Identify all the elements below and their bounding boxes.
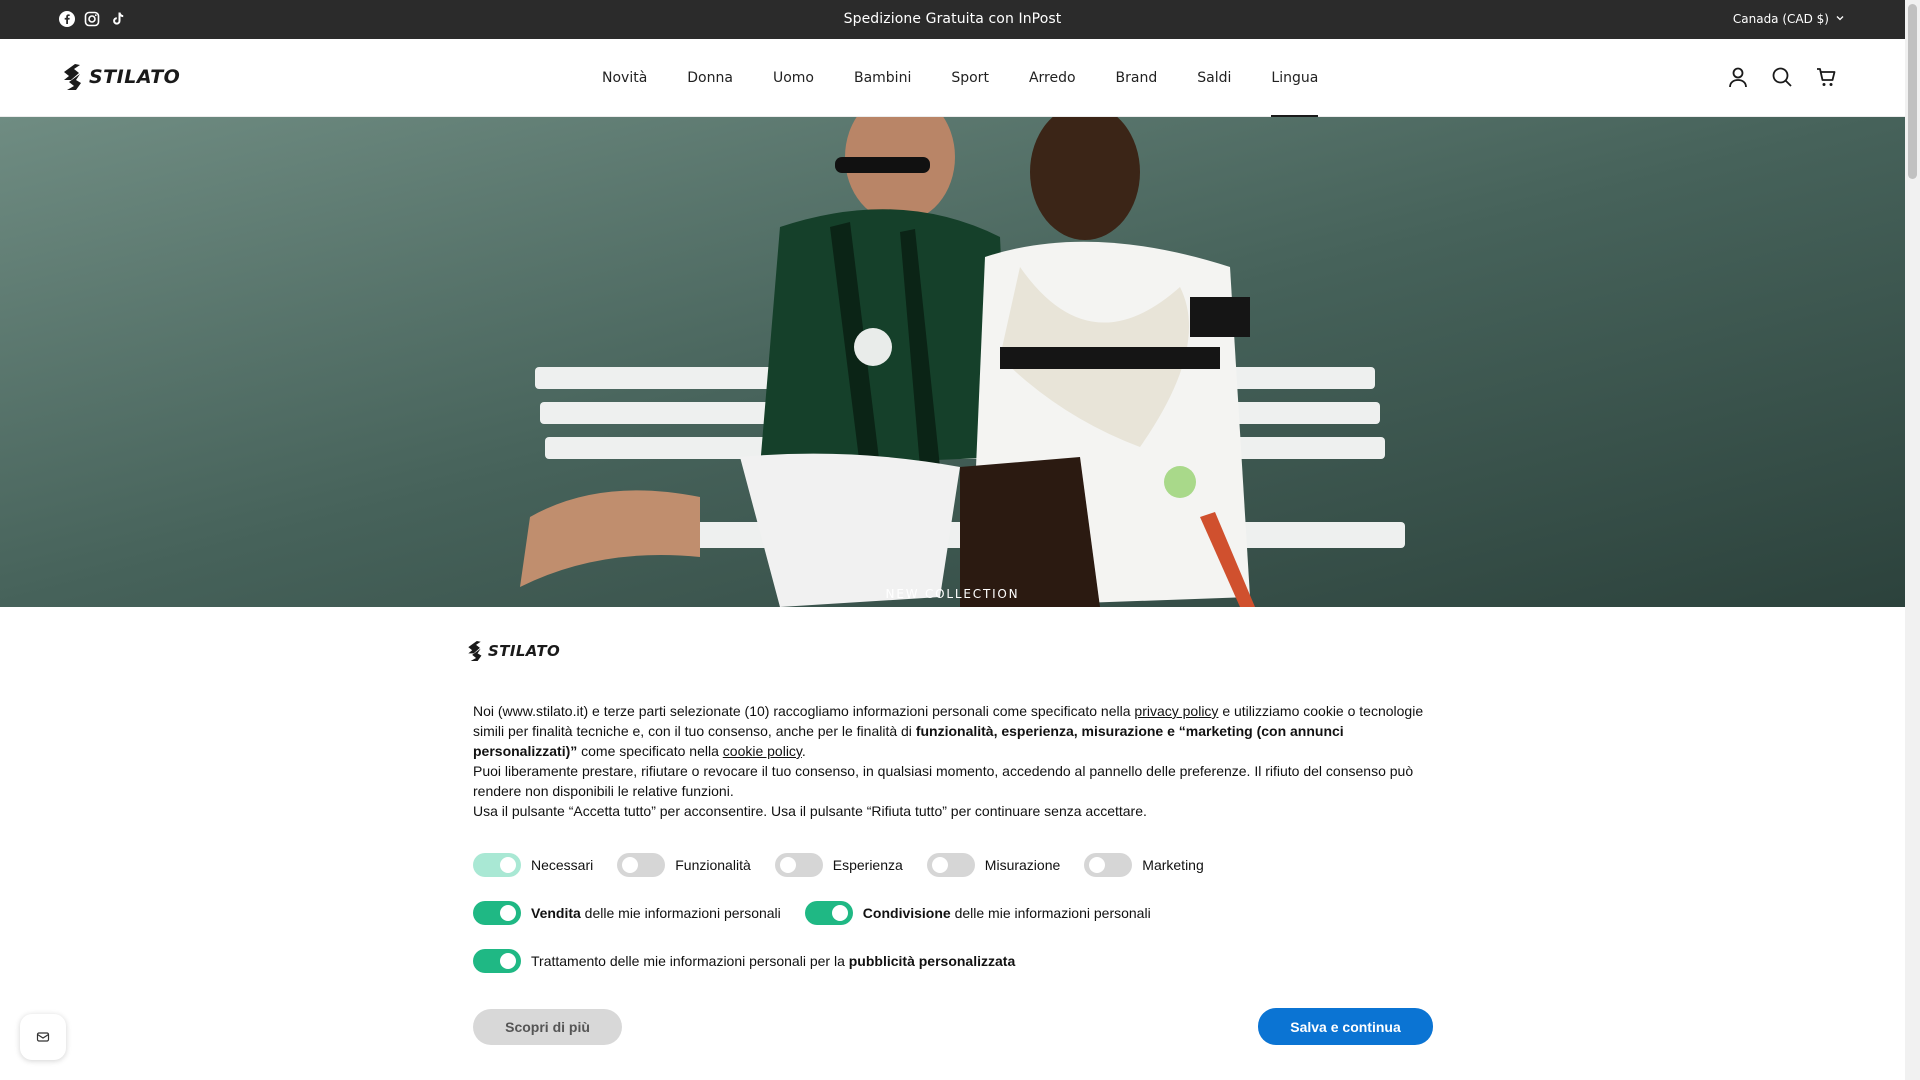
necessari-switch [473,853,521,877]
toggle-label: Esperienza [832,857,903,873]
toggle-label: Vendita delle mie informazioni personali [531,905,781,921]
promo-text: Spedizione Gratuita con InPost [843,11,1062,27]
nav-item-saldi[interactable]: Saldi [1197,39,1231,117]
consent-paragraph-1: Noi (www.stilato.it) e terze parti selez… [473,701,1433,761]
main-nav: Novità Donna Uomo Bambini Sport Arredo B… [602,39,1358,117]
nav-item-novita[interactable]: Novità [602,39,647,117]
toggle-label: Funzionalità [675,857,751,873]
hero-banner[interactable]: NEW COLLECTION [0,117,1905,607]
pubblicita-switch[interactable] [473,949,521,973]
consent-description: Noi (www.stilato.it) e terze parti selez… [473,701,1433,821]
toggle-pubblicita: Trattamento delle mie informazioni perso… [473,949,1015,973]
search-icon[interactable] [1771,66,1793,88]
account-icon[interactable] [1727,66,1749,88]
toggle-label-rest: delle mie informazioni personali [950,905,1151,921]
cart-icon[interactable] [1815,66,1837,88]
toggle-label-rest: delle mie informazioni personali [580,905,781,921]
toggle-label: Misurazione [984,857,1061,873]
toggle-label: Necessari [531,857,594,873]
consent-logo-text: STILATO [488,642,561,660]
announcement-bar: Spedizione Gratuita con InPost Canada (C… [0,0,1905,39]
logo-mark-icon [64,64,81,90]
logo-text: STILATO [89,66,181,88]
consent-preferences-button[interactable] [20,1014,66,1060]
cookie-policy-link[interactable]: cookie policy [723,743,802,759]
toggle-label-rest: Trattamento delle mie informazioni perso… [531,953,849,969]
funzionalita-switch[interactable] [617,853,666,877]
esperienza-switch[interactable] [774,853,823,877]
ads-toggle-row: Trattamento delle mie informazioni perso… [473,949,1039,973]
toggle-label: Condivisione delle mie informazioni pers… [863,905,1151,921]
toggle-label-bold: Vendita [531,905,581,921]
cookie-preferences-icon [36,1032,50,1042]
toggle-misurazione: Misurazione [926,853,1061,877]
toggle-label: Marketing [1142,857,1204,873]
toggle-vendita: Vendita delle mie informazioni personali [473,901,781,925]
nav-item-brand[interactable]: Brand [1116,39,1158,117]
header-actions [1727,66,1837,88]
condivisione-switch[interactable] [804,901,853,925]
consent-paragraph-2: Puoi liberamente prestare, rifiutare o r… [473,763,1414,799]
nav-item-bambini[interactable]: Bambini [854,39,911,117]
consent-text-segment: come specificato nella [577,743,723,759]
vendita-switch[interactable] [473,901,521,925]
toggle-esperienza: Esperienza [774,853,903,877]
misurazione-switch[interactable] [926,853,975,877]
toggle-funzionalita: Funzionalità [617,853,751,877]
nav-item-sport[interactable]: Sport [951,39,989,117]
toggle-label-bold: pubblicità personalizzata [848,953,1016,969]
toggle-label-bold: Condivisione [862,905,951,921]
currency-selector[interactable]: Canada (CAD $) [1733,12,1845,26]
currency-label: Canada (CAD $) [1732,12,1829,26]
marketing-switch[interactable] [1084,853,1133,877]
purpose-toggles: Necessari Funzionalità Esperienza Misura… [473,853,1228,877]
consent-paragraph-3: Usa il pulsante “Accetta tutto” per acco… [473,803,1147,819]
save-continue-button[interactable]: Salva e continua [1258,1008,1433,1045]
site-logo[interactable]: STILATO [61,63,180,91]
logo-mark-icon [468,640,482,662]
toggle-necessari: Necessari [473,853,593,877]
consent-logo: STILATO [466,640,560,662]
nav-item-donna[interactable]: Donna [687,39,733,117]
learn-more-button[interactable]: Scopri di più [473,1009,622,1045]
toggle-condivisione: Condivisione delle mie informazioni pers… [804,901,1151,925]
privacy-policy-link[interactable]: privacy policy [1134,703,1218,719]
page-scrollbar[interactable] [1905,0,1920,1080]
scrollbar-thumb[interactable] [1908,4,1917,179]
chevron-down-icon [1835,12,1845,26]
hero-label: NEW COLLECTION [885,587,1020,601]
nav-item-uomo[interactable]: Uomo [773,39,814,117]
toggle-label: Trattamento delle mie informazioni perso… [531,953,1015,969]
toggle-marketing: Marketing [1084,853,1204,877]
nav-item-lingua[interactable]: Lingua [1271,39,1318,117]
ccpa-toggles: Vendita delle mie informazioni personali… [473,901,1175,925]
consent-text-segment: . [801,743,806,759]
site-header: STILATO Novità Donna Uomo Bambini Sport … [0,39,1905,117]
hero-image [0,117,1905,607]
consent-text-segment: Noi (www.stilato.it) e terze parti selez… [473,703,1135,719]
nav-item-arredo[interactable]: Arredo [1029,39,1076,117]
